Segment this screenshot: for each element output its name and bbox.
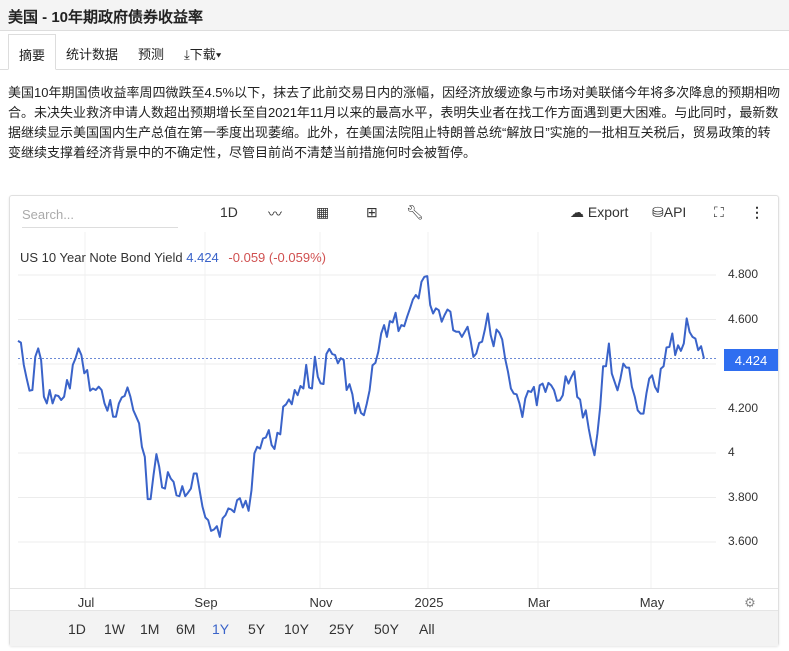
x-tick-label: Nov (309, 595, 333, 610)
y-tick-label: 3.800 (728, 489, 759, 504)
x-axis: Jul Sep Nov 2025 Mar May ⚙ (10, 588, 778, 610)
range-button-1d[interactable]: 1D (68, 621, 86, 637)
chart-widget: Search... 1D 〰 ▦ ⊞ 🔧︎ ☁ Export ⛁API ⛶ ⋮ … (9, 195, 779, 646)
range-button-5y[interactable]: 5Y (248, 621, 265, 637)
x-tick-label: Sep (194, 595, 218, 610)
tab-forecast[interactable]: 预测 (128, 34, 174, 70)
x-tick-label: 2025 (414, 595, 444, 610)
range-button-10y[interactable]: 10Y (284, 621, 309, 637)
range-button-6m[interactable]: 6M (176, 621, 195, 637)
x-tick-label: May (639, 595, 665, 610)
y-tick-label: 4 (728, 445, 735, 459)
range-button-1y[interactable]: 1Y (212, 621, 229, 637)
series-value: 4.424 (186, 250, 219, 265)
series-change: -0.059 (-0.059%) (228, 250, 326, 265)
tab-statistics[interactable]: 统计数据 (56, 34, 128, 70)
tab-download[interactable]: ⤓下载▾ (174, 34, 231, 70)
y-tick-label: 4.200 (728, 400, 759, 415)
range-button-all[interactable]: All (419, 621, 435, 637)
series-name: US 10 Year Note Bond Yield (20, 250, 183, 265)
tab-bar: 摘要 统计数据 预测 ⤓下载▾ (0, 34, 789, 70)
y-tick-label: 4.800 (728, 267, 759, 281)
tab-download-label: 下载 (189, 47, 216, 62)
chart-legend: US 10 Year Note Bond Yield 4.424 -0.059 … (20, 250, 326, 265)
page-title: 美国 - 10年期政府债券收益率 (0, 0, 789, 31)
range-button-1w[interactable]: 1W (104, 621, 125, 637)
summary-text: 美国10年期国债收益率周四微跌至4.5%以下，抹去了此前交易日内的涨幅，因经济放… (8, 85, 781, 160)
x-tick-label: Mar (527, 595, 551, 610)
range-button-1m[interactable]: 1M (140, 621, 159, 637)
range-button-25y[interactable]: 25Y (329, 621, 354, 637)
y-tick-label: 3.600 (728, 534, 759, 548)
current-value-badge: 4.424 (724, 349, 778, 371)
tab-summary[interactable]: 摘要 (8, 34, 57, 70)
caret-down-icon: ▾ (215, 47, 222, 62)
range-button-50y[interactable]: 50Y (374, 621, 399, 637)
y-tick-label: 4.600 (728, 311, 759, 326)
range-selector: 1D 1W 1M 6M 1Y 5Y 10Y 25Y 50Y All (10, 610, 778, 646)
x-tick-label: Jul (77, 595, 95, 610)
settings-gear-icon[interactable]: ⚙ (744, 595, 756, 611)
